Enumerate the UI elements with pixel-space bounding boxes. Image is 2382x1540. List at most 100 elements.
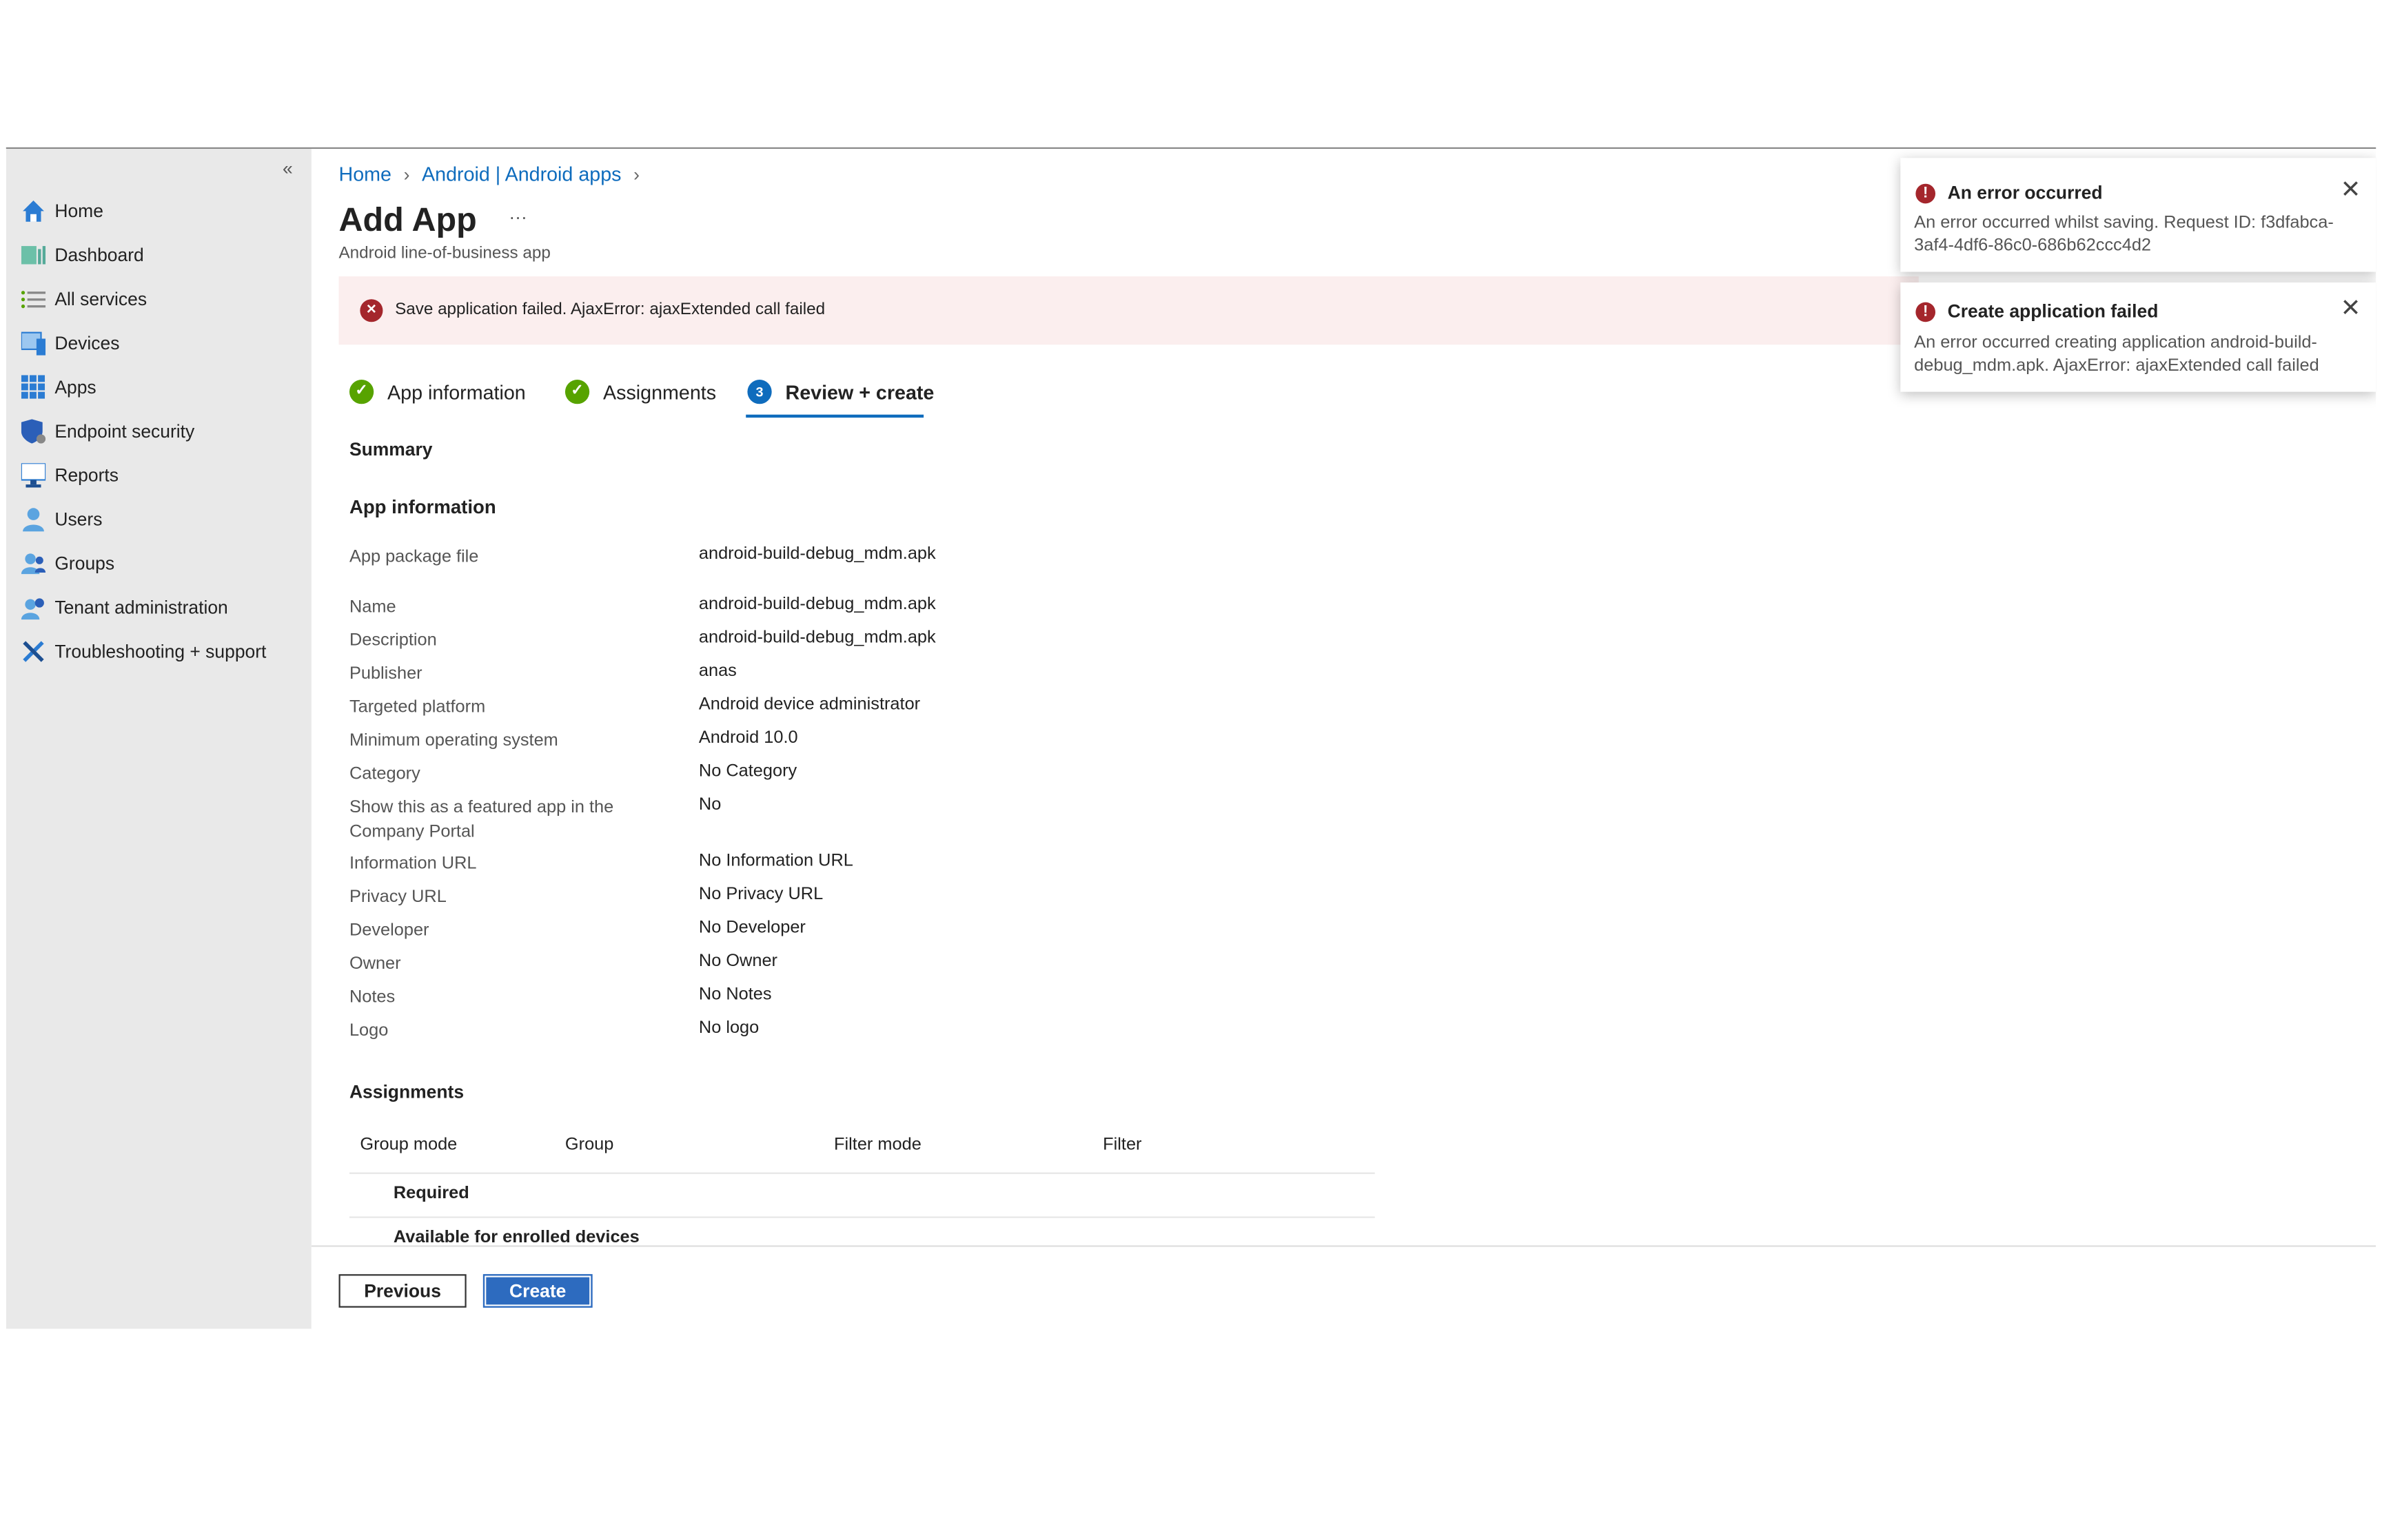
close-icon[interactable]: ✕ (2341, 174, 2361, 205)
sidebar-item-apps[interactable]: Apps (21, 371, 96, 404)
field-value: No (698, 795, 722, 814)
field-label: Owner (349, 955, 401, 974)
field-label: Minimum operating system (349, 732, 558, 750)
field-label: Information URL (349, 854, 477, 874)
checkmark-icon: ✓ (564, 380, 590, 404)
page-subtitle: Android line-of-business app (338, 244, 551, 263)
chevron-right-icon: › (633, 163, 640, 185)
sidebar-item-label: Users (54, 509, 103, 531)
more-options-button[interactable]: ··· (509, 207, 527, 228)
error-banner-text: Save application failed. AjaxError: ajax… (395, 300, 826, 319)
sidebar: « Home Dashboard All services Devices Ap… (6, 149, 312, 1329)
divider (349, 1172, 1375, 1174)
field-value: No Owner (698, 952, 778, 971)
sidebar-item-label: All services (54, 288, 147, 310)
sidebar-item-tenant-administration[interactable]: Tenant administration (21, 591, 228, 624)
step-label: Review + create (785, 380, 935, 404)
dashboard-icon (21, 243, 46, 267)
field-label: App package file (349, 548, 479, 567)
breadcrumb-home[interactable]: Home (339, 163, 391, 185)
breadcrumb-android-apps[interactable]: Android | Android apps (422, 163, 621, 185)
field-label: Developer (349, 921, 429, 941)
table-row[interactable]: Available for enrolled devices (394, 1229, 640, 1246)
sidebar-item-devices[interactable]: Devices (20, 327, 119, 360)
app-information-heading: App information (349, 496, 496, 518)
toast-message: An error occurred whilst saving. Request… (1914, 214, 2334, 256)
tab-assignments[interactable]: ✓ Assignments (564, 380, 717, 404)
sidebar-item-label: Reports (54, 464, 119, 486)
field-value: No Information URL (698, 852, 853, 870)
tab-review-create[interactable]: 3 Review + create (747, 380, 934, 404)
sidebar-item-all-services[interactable]: All services (21, 283, 147, 316)
error-icon: ! (1915, 301, 1936, 322)
field-label: Notes (349, 988, 396, 1007)
chevron-right-icon: › (403, 163, 410, 185)
field-value: android-build-debug_mdm.apk (698, 545, 936, 564)
apps-grid-icon (21, 375, 45, 399)
field-value: No Category (698, 762, 797, 781)
toast-message: An error occurred creating application a… (1914, 333, 2319, 376)
shield-icon (21, 419, 46, 444)
sidebar-item-groups[interactable]: Groups (21, 546, 114, 579)
user-icon (21, 507, 45, 532)
error-circle-icon: × (360, 299, 383, 322)
sidebar-item-home[interactable]: Home (21, 194, 103, 227)
field-value: android-build-debug_mdm.apk (698, 628, 936, 647)
table-row[interactable]: Required (394, 1184, 469, 1202)
sidebar-item-dashboard[interactable]: Dashboard (21, 238, 144, 271)
field-value: android-build-debug_mdm.apk (698, 595, 936, 614)
field-label: Logo (349, 1022, 389, 1040)
breadcrumb: Home › Android | Android apps › (339, 163, 640, 185)
field-label: Description (349, 631, 437, 650)
field-label: Name (349, 598, 396, 617)
close-icon[interactable]: ✕ (2341, 293, 2361, 323)
field-label: Show this as a featured app in the Compa… (349, 799, 614, 842)
devices-icon (20, 331, 46, 356)
previous-button[interactable]: Previous (338, 1274, 467, 1308)
field-value: No Notes (698, 985, 772, 1004)
field-value: No Privacy URL (698, 885, 824, 904)
list-icon (21, 287, 46, 311)
column-header-filter: Filter (1103, 1136, 1142, 1155)
sidebar-item-label: Home (54, 200, 103, 222)
sidebar-item-label: Tenant administration (54, 597, 228, 619)
create-button[interactable]: Create (482, 1274, 593, 1308)
sidebar-item-label: Dashboard (54, 244, 144, 266)
column-header-group-mode: Group mode (360, 1136, 458, 1155)
sidebar-item-endpoint-security[interactable]: Endpoint security (21, 415, 194, 448)
field-value: Android 10.0 (698, 728, 798, 748)
toast-error-occurred: ! An error occurred An error occurred whi… (1900, 158, 2376, 272)
sidebar-item-label: Groups (54, 553, 115, 575)
field-label: Category (349, 765, 420, 784)
toast-title: Create application failed (1947, 300, 2159, 322)
tenant-admin-icon (21, 595, 45, 620)
portal-frame: « Home Dashboard All services Devices Ap… (6, 147, 2376, 1329)
footer-bar: Previous Create (311, 1245, 2376, 1329)
collapse-sidebar-icon[interactable]: « (283, 158, 293, 179)
assignments-heading: Assignments (349, 1081, 465, 1103)
sidebar-item-troubleshooting[interactable]: Troubleshooting + support (21, 635, 267, 668)
tools-icon (21, 639, 45, 664)
field-label: Privacy URL (349, 888, 447, 907)
checkmark-icon: ✓ (349, 380, 374, 404)
sidebar-item-label: Apps (54, 376, 96, 398)
sidebar-item-users[interactable]: Users (21, 503, 103, 536)
field-value: No Developer (698, 918, 806, 937)
error-banner: × Save application failed. AjaxError: aj… (338, 276, 1919, 345)
field-value: Android device administrator (698, 695, 921, 714)
active-tab-indicator (746, 414, 924, 418)
field-label: Targeted platform (349, 698, 486, 717)
divider (349, 1216, 1375, 1218)
step-label: Assignments (603, 380, 717, 404)
page-title: Add App (338, 200, 477, 239)
sidebar-item-reports[interactable]: Reports (20, 459, 119, 492)
groups-icon (21, 551, 46, 575)
tab-app-information[interactable]: ✓ App information (349, 380, 526, 404)
field-label: Publisher (349, 665, 423, 684)
step-number-icon: 3 (747, 380, 772, 404)
step-label: App information (387, 380, 526, 404)
home-icon (21, 199, 45, 223)
sidebar-item-label: Endpoint security (54, 420, 195, 442)
summary-heading: Summary (349, 438, 433, 460)
column-header-filter-mode: Filter mode (834, 1136, 922, 1155)
